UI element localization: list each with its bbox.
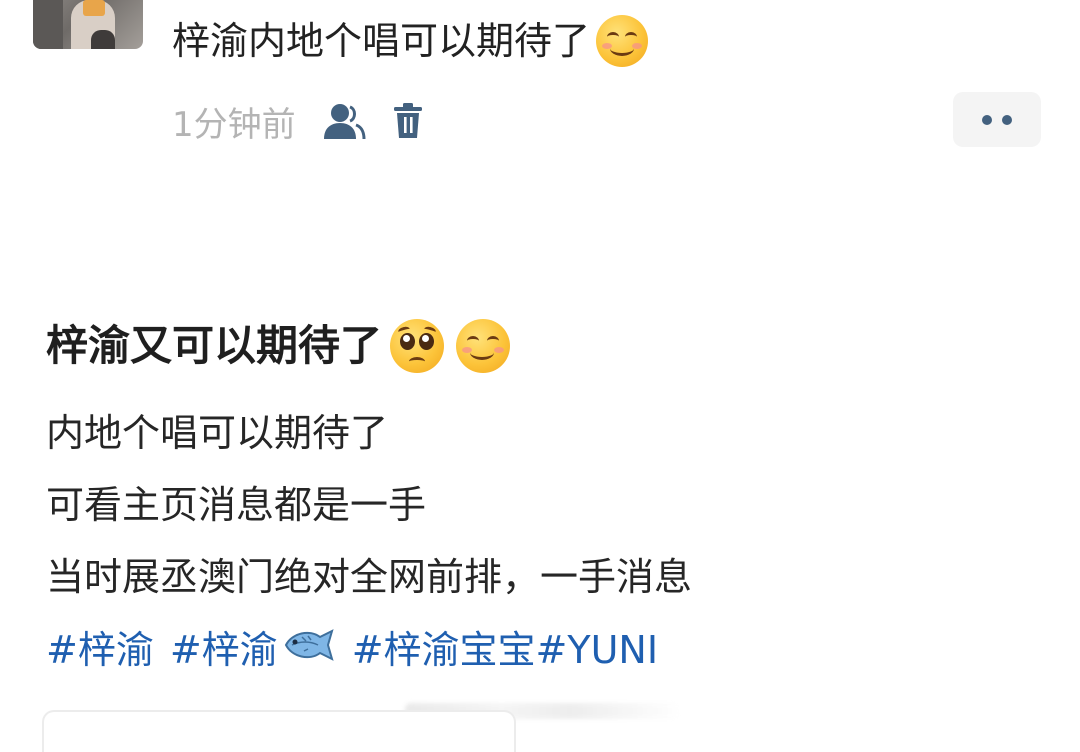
comment-text: 梓渝内地个唱可以期待了 bbox=[172, 14, 649, 68]
post-line: 当时展丞澳门绝对全网前排，一手消息 bbox=[46, 555, 693, 599]
comment-time: 1分钟前 bbox=[172, 104, 296, 145]
smiling-face-emoji bbox=[456, 318, 511, 373]
comment-body: 梓渝内地个唱可以期待了 bbox=[172, 19, 591, 63]
more-button[interactable] bbox=[953, 92, 1041, 147]
post-title-text: 梓渝又可以期待了 bbox=[46, 321, 383, 370]
hashtag-link[interactable]: #梓渝 bbox=[170, 624, 278, 676]
fish-emoji bbox=[282, 624, 336, 676]
user-icon[interactable] bbox=[322, 101, 366, 141]
trash-icon[interactable] bbox=[392, 102, 424, 140]
hashtag-row: #梓渝 #梓渝 #梓渝宝宝 #YUNI bbox=[46, 624, 658, 676]
more-icon bbox=[982, 114, 992, 125]
repost-card[interactable] bbox=[42, 710, 516, 752]
comment-meta: 1分钟前 bbox=[172, 97, 424, 145]
avatar[interactable] bbox=[33, 0, 143, 49]
hashtag-link[interactable]: #梓渝 bbox=[46, 624, 154, 676]
post-title: 梓渝又可以期待了 bbox=[46, 318, 511, 374]
post-line: 内地个唱可以期待了 bbox=[46, 411, 389, 455]
pleading-face-emoji bbox=[390, 318, 445, 373]
hashtag-link[interactable]: #YUNI bbox=[536, 624, 659, 676]
post-line: 可看主页消息都是一手 bbox=[46, 483, 427, 527]
hashtag-link[interactable]: #梓渝宝宝 bbox=[352, 624, 536, 676]
smiling-face-emoji bbox=[596, 14, 649, 67]
